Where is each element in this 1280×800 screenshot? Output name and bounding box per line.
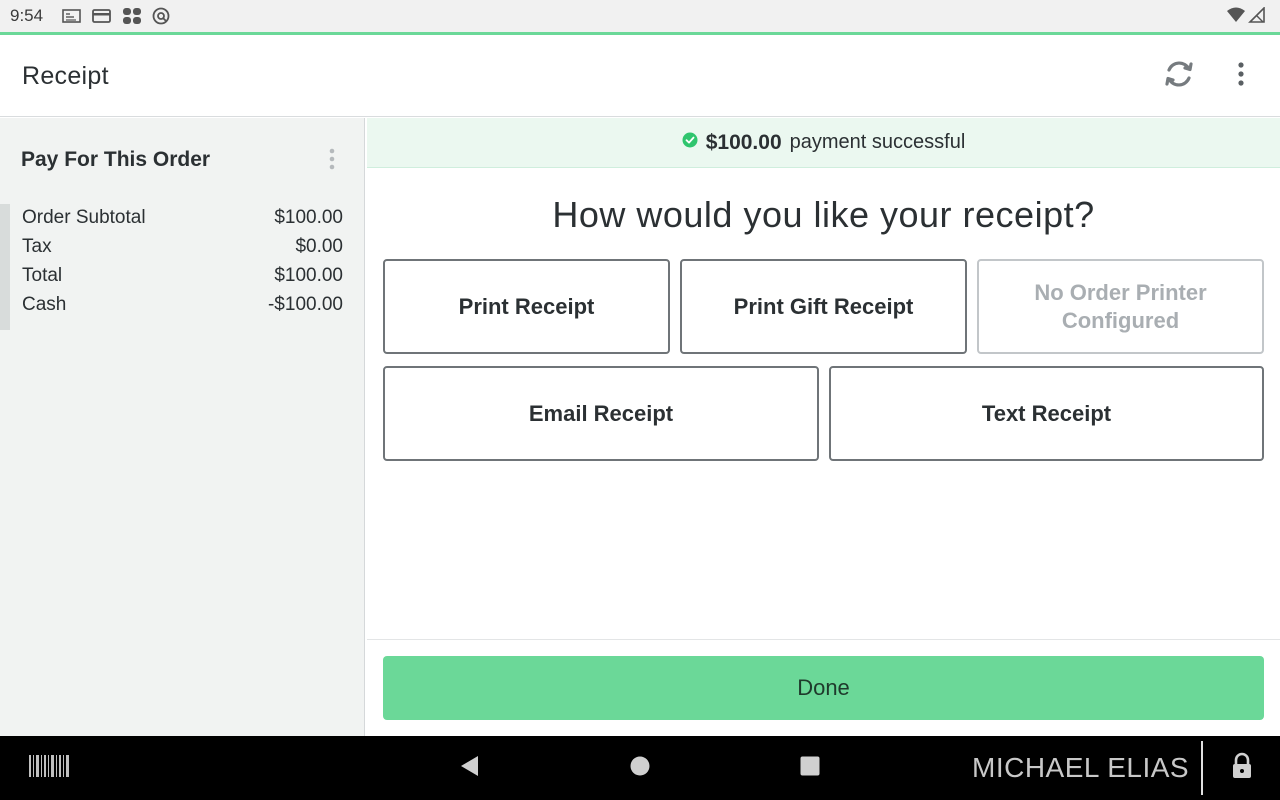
sync-status-icon xyxy=(152,7,170,30)
summary-label: Order Subtotal xyxy=(22,207,146,228)
summary-label: Cash xyxy=(22,294,67,315)
payment-success-banner: $100.00 payment successful xyxy=(367,118,1280,168)
email-receipt-button[interactable]: Email Receipt xyxy=(383,366,819,461)
receipt-question: How would you like your receipt? xyxy=(552,194,1095,235)
divider xyxy=(367,639,1280,640)
print-gift-receipt-button[interactable]: Print Gift Receipt xyxy=(680,259,967,354)
nav-recents-button[interactable] xyxy=(790,750,830,786)
more-vert-icon xyxy=(1238,61,1244,91)
recents-square-icon xyxy=(799,755,821,782)
summary-value: $100.00 xyxy=(274,265,343,286)
summary-value: $100.00 xyxy=(274,207,343,228)
print-receipt-button[interactable]: Print Receipt xyxy=(383,259,670,354)
summary-value: -$100.00 xyxy=(267,294,343,315)
summary-row-cash: Cash -$100.00 xyxy=(22,294,343,323)
order-menu-button[interactable] xyxy=(322,146,342,176)
receipt-panel: $100.00 payment successful How would you… xyxy=(367,118,1280,736)
page-title: Receipt xyxy=(22,62,109,90)
app-bar: Receipt xyxy=(0,35,1280,117)
summary-row-tax: Tax $0.00 xyxy=(22,236,343,265)
system-nav-bar: MICHAEL ELIAS xyxy=(0,736,1280,800)
summary-row-total: Total $100.00 xyxy=(22,265,343,294)
refresh-button[interactable] xyxy=(1158,55,1200,97)
status-icons-left xyxy=(62,7,170,30)
lock-icon xyxy=(1231,752,1253,785)
wifi-icon xyxy=(1226,7,1246,28)
notification-icon xyxy=(62,8,82,29)
summary-row-subtotal: Order Subtotal $100.00 xyxy=(22,207,343,236)
system-status-bar: 9:54 xyxy=(0,0,1280,32)
status-icons-right xyxy=(1226,6,1266,28)
back-triangle-icon xyxy=(458,754,480,783)
refresh-icon xyxy=(1162,57,1196,96)
employee-name[interactable]: MICHAEL ELIAS xyxy=(972,752,1189,784)
signal-icon xyxy=(1248,6,1266,28)
lock-button[interactable] xyxy=(1222,750,1262,786)
order-title: Pay For This Order xyxy=(21,148,211,171)
summary-indicator-bar xyxy=(0,204,10,330)
barcode-icon xyxy=(28,754,70,783)
payment-status-text: payment successful xyxy=(789,131,966,153)
card-icon xyxy=(92,8,112,29)
check-circle-icon xyxy=(682,132,698,153)
nav-home-button[interactable] xyxy=(620,750,660,786)
more-vert-icon xyxy=(329,148,335,175)
overflow-menu-button[interactable] xyxy=(1226,55,1256,97)
clover-icon xyxy=(122,7,142,30)
no-order-printer-button: No Order Printer Configured xyxy=(977,259,1264,354)
order-summary-panel: Pay For This Order Order Subtotal $100.0… xyxy=(0,118,365,736)
status-time: 9:54 xyxy=(10,6,44,25)
summary-value: $0.00 xyxy=(295,236,343,257)
barcode-scanner-button[interactable] xyxy=(26,750,72,786)
payment-amount: $100.00 xyxy=(705,130,782,154)
nav-back-button[interactable] xyxy=(449,750,489,786)
order-summary-list: Order Subtotal $100.00 Tax $0.00 Total $… xyxy=(22,207,343,323)
summary-label: Total xyxy=(22,265,63,286)
summary-label: Tax xyxy=(22,236,52,257)
text-receipt-button[interactable]: Text Receipt xyxy=(829,366,1264,461)
done-button[interactable]: Done xyxy=(383,656,1264,720)
divider xyxy=(1201,741,1203,795)
home-circle-icon xyxy=(629,755,651,782)
